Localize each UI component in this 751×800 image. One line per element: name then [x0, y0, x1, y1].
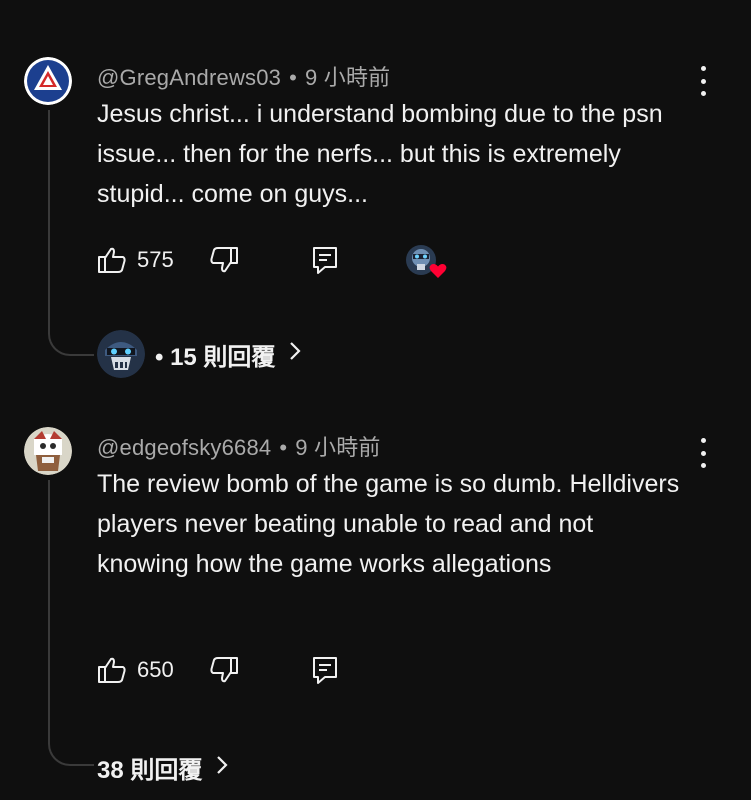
meta-separator: •	[279, 435, 288, 460]
meta-separator: •	[289, 65, 298, 90]
comment: @GregAndrews03 • 9 小時前 Jesus christ... i u…	[0, 0, 751, 400]
replies-label: 38 則回覆	[97, 757, 203, 784]
reply-icon	[311, 245, 339, 275]
like-count: 575	[137, 247, 174, 272]
replies-label: • 15 則回覆	[155, 343, 276, 371]
like-icon	[97, 655, 127, 685]
view-replies-button[interactable]: • 15 則回覆	[97, 330, 301, 378]
comment-text: Jesus christ... i understand bombing due…	[97, 100, 663, 208]
reply-avatar	[97, 330, 145, 378]
comment-meta: @edgeofsky6684 • 9 小時前	[97, 430, 381, 462]
comment-text: The review bomb of the game is so dumb. …	[97, 470, 680, 578]
dislike-icon	[209, 655, 239, 685]
dislike-icon	[209, 245, 239, 275]
more-vert-icon[interactable]	[693, 438, 713, 468]
more-vert-icon[interactable]	[693, 66, 713, 96]
reply-button[interactable]	[311, 652, 339, 688]
like-button[interactable]: 650	[97, 652, 174, 688]
reply-icon	[311, 655, 339, 685]
author-name[interactable]: @GregAndrews03	[97, 65, 281, 90]
thread-line	[48, 110, 94, 356]
comment-actions: 575	[97, 242, 597, 278]
author-name[interactable]: @edgeofsky6684	[97, 435, 271, 460]
comment-time: 9 小時前	[305, 65, 391, 90]
heart-icon	[429, 264, 447, 278]
comment-time: 9 小時前	[295, 435, 381, 460]
author-avatar[interactable]	[24, 57, 72, 105]
reply-button[interactable]	[311, 242, 339, 278]
comment-meta: @GregAndrews03 • 9 小時前	[97, 60, 390, 92]
comments-page: @GregAndrews03 • 9 小時前 Jesus christ... i u…	[0, 0, 751, 800]
like-icon	[97, 245, 127, 275]
author-avatar[interactable]	[24, 427, 72, 475]
like-button[interactable]: 575	[97, 242, 174, 278]
view-replies-button[interactable]: 38 則回覆	[97, 750, 228, 785]
chevron-right-icon	[216, 754, 228, 782]
like-count: 650	[137, 657, 174, 682]
comment-actions: 650	[97, 652, 597, 688]
dislike-button[interactable]	[209, 652, 239, 688]
dislike-button[interactable]	[209, 242, 239, 278]
chevron-right-icon	[289, 340, 301, 368]
thread-line	[48, 480, 94, 766]
creator-heart-badge	[405, 244, 447, 278]
comment: @edgeofsky6684 • 9 小時前 The review bomb of …	[0, 400, 751, 800]
